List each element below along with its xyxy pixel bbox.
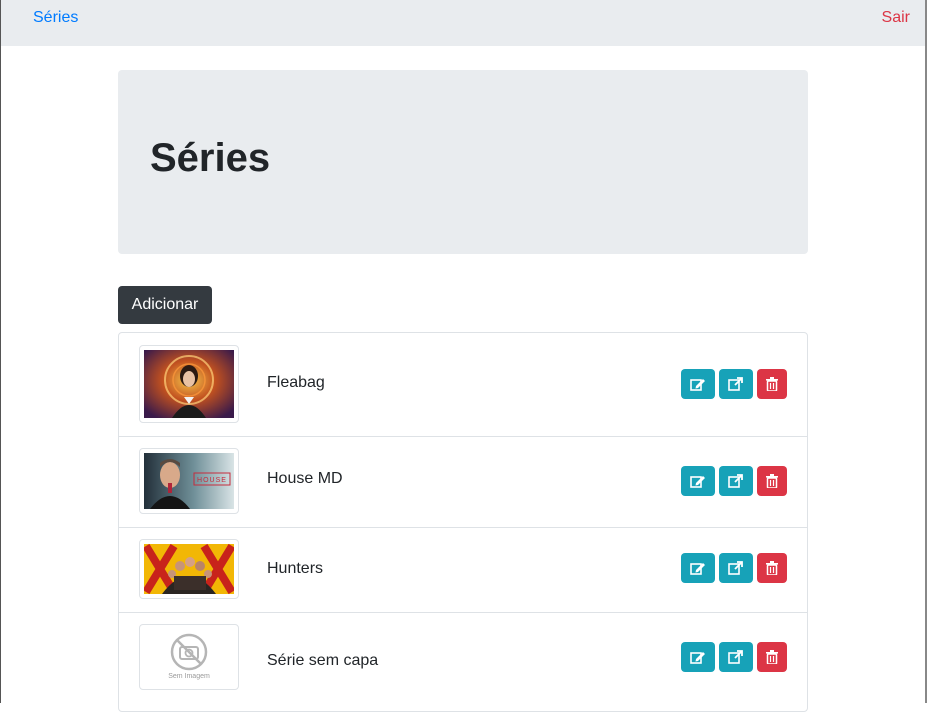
row-actions	[681, 642, 787, 672]
trash-icon	[766, 474, 778, 488]
delete-button[interactable]	[757, 642, 787, 672]
series-list: Fleabag HOUSE House MD Hunters Sem Image…	[118, 332, 808, 712]
list-item: HOUSE House MD	[119, 436, 807, 528]
open-button[interactable]	[719, 369, 753, 399]
edit-icon	[690, 563, 705, 575]
poster-image	[144, 350, 234, 418]
edit-icon	[690, 379, 705, 391]
trash-icon	[766, 561, 778, 575]
edit-button[interactable]	[681, 553, 715, 583]
open-button[interactable]	[719, 553, 753, 583]
series-thumbnail: HOUSE	[139, 448, 239, 514]
external-link-icon	[728, 650, 743, 664]
edit-button[interactable]	[681, 466, 715, 496]
house-logo-text: HOUSE	[197, 477, 227, 484]
series-title[interactable]: Hunters	[267, 560, 323, 578]
series-thumbnail	[139, 539, 239, 599]
series-thumbnail: Sem Imagem	[139, 624, 239, 690]
logout-link[interactable]: Sair	[882, 9, 910, 27]
list-item: Sem Imagem Série sem capa	[119, 612, 807, 712]
trash-icon	[766, 377, 778, 391]
edit-button[interactable]	[681, 642, 715, 672]
nav-brand-link[interactable]: Séries	[33, 9, 78, 27]
series-title[interactable]: House MD	[267, 470, 343, 488]
row-actions	[681, 369, 787, 399]
page-title: Séries	[150, 136, 271, 180]
row-actions	[681, 553, 787, 583]
list-item: Fleabag	[119, 333, 807, 437]
open-button[interactable]	[719, 466, 753, 496]
delete-button[interactable]	[757, 369, 787, 399]
add-button[interactable]: Adicionar	[118, 286, 212, 324]
delete-button[interactable]	[757, 553, 787, 583]
navbar: Séries Sair	[1, 0, 925, 46]
edit-icon	[690, 476, 705, 488]
no-image-caption: Sem Imagem	[168, 673, 210, 680]
page-header: Séries	[118, 70, 808, 254]
poster-image	[144, 544, 234, 594]
external-link-icon	[728, 474, 743, 488]
window-border-left	[0, 0, 1, 703]
no-camera-icon	[170, 633, 208, 671]
edit-button[interactable]	[681, 369, 715, 399]
external-link-icon	[728, 377, 743, 391]
series-title[interactable]: Fleabag	[267, 374, 325, 392]
external-link-icon	[728, 561, 743, 575]
delete-button[interactable]	[757, 466, 787, 496]
list-item: Hunters	[119, 527, 807, 613]
trash-icon	[766, 650, 778, 664]
poster-image: HOUSE	[144, 453, 234, 509]
series-thumbnail	[139, 345, 239, 423]
row-actions	[681, 466, 787, 496]
edit-icon	[690, 652, 705, 664]
open-button[interactable]	[719, 642, 753, 672]
series-title[interactable]: Série sem capa	[267, 652, 378, 670]
